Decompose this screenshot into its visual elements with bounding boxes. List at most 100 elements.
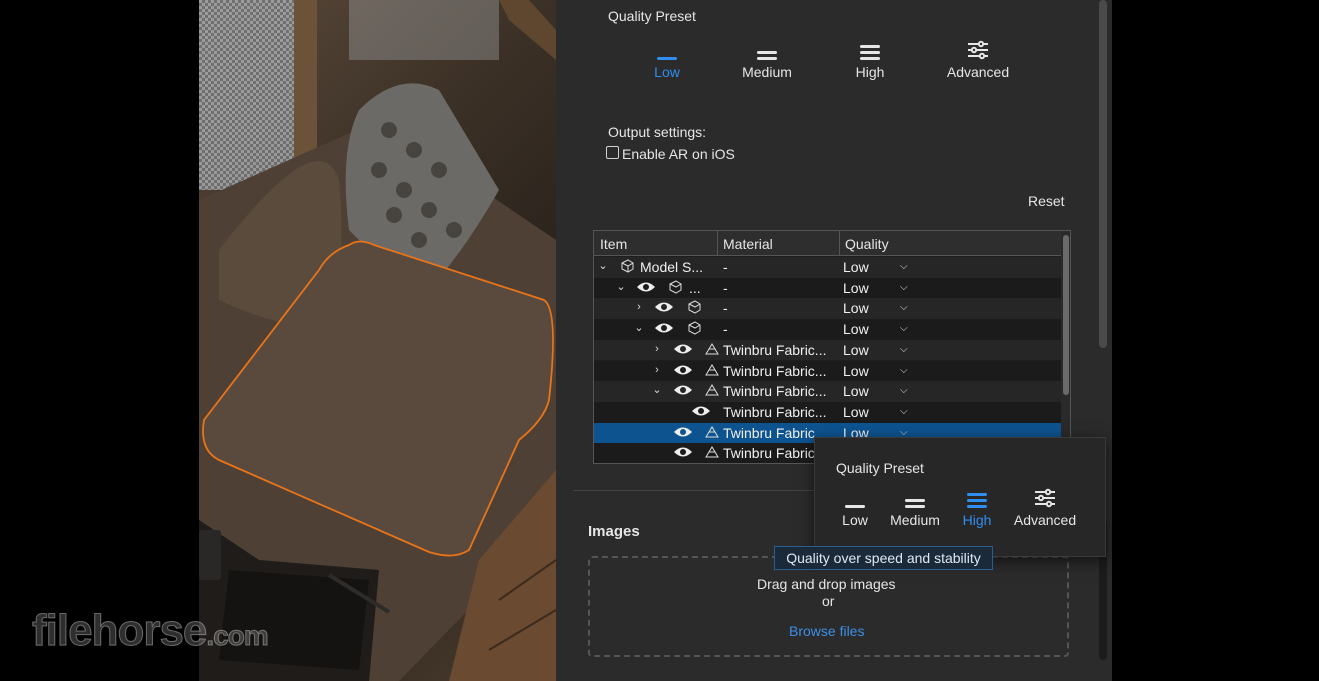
table-row[interactable]: ⌄ ... - Low ⌵ [594, 277, 1061, 299]
table-row[interactable]: ⌄ Twinbru Fabric... Low ⌵ [594, 381, 1061, 402]
chevron-down-icon[interactable]: ⌵ [900, 344, 908, 355]
column-header-quality[interactable]: Quality [845, 236, 889, 252]
chevron-down-icon[interactable]: ⌵ [900, 302, 908, 313]
table-row[interactable]: › Twinbru Fabric... Low ⌵ [594, 360, 1061, 382]
group-icon [688, 321, 701, 335]
group-icon [688, 300, 701, 314]
mesh-icon [705, 384, 719, 396]
output-settings-title: Output settings: [608, 124, 707, 140]
table-row[interactable]: ⌄ Model S... - Low ⌵ [594, 257, 1061, 278]
images-section-title: Images [588, 523, 640, 540]
two-bars-icon [722, 38, 812, 64]
material-name: - [723, 259, 728, 275]
popover-title: Quality Preset [836, 460, 924, 476]
eye-icon[interactable] [673, 342, 693, 356]
mesh-icon [705, 446, 719, 458]
quality-value[interactable]: Low [843, 321, 869, 337]
material-name: Twinbru Fabric [723, 424, 815, 441]
quality-value[interactable]: Low [843, 404, 869, 420]
scene-render [199, 0, 556, 681]
eye-icon[interactable] [673, 445, 693, 459]
material-name: Twinbru Fabric... [723, 341, 827, 358]
quality-value[interactable]: Low [843, 259, 869, 275]
preset-low-button[interactable]: Low [622, 38, 712, 80]
popover-preset-advanced[interactable]: Advanced [1005, 486, 1085, 528]
quality-value[interactable]: Low [843, 280, 869, 296]
chevron-down-icon[interactable]: ⌄ [598, 259, 608, 273]
quality-value[interactable]: Low [843, 342, 869, 358]
eye-icon[interactable] [654, 300, 674, 314]
table-header: Item Material Quality [594, 231, 1061, 256]
material-name: Twinbru Fabric... [723, 362, 827, 379]
material-name: Twinbru Fabric... [723, 403, 827, 420]
preset-medium-label: Medium [742, 64, 792, 80]
table-row[interactable]: ⌄ - Low ⌵ [594, 319, 1061, 340]
chevron-right-icon[interactable]: › [652, 363, 662, 377]
table-row[interactable]: › Twinbru Fabric... Low ⌵ [594, 339, 1061, 361]
chevron-down-icon[interactable]: ⌵ [900, 261, 908, 272]
eye-icon[interactable] [673, 363, 693, 377]
group-icon [621, 259, 634, 273]
preset-advanced-label: Advanced [946, 64, 1010, 80]
preset-high-button[interactable]: High [825, 38, 915, 80]
settings-panel: Quality Preset Low Medium High Advanced … [556, 0, 1112, 681]
table-scrollbar[interactable] [1061, 231, 1070, 463]
quality-value[interactable]: Low [843, 383, 869, 399]
quality-value[interactable]: Low [843, 300, 869, 316]
three-bars-icon [825, 38, 915, 64]
panel-scrollbar[interactable] [1099, 0, 1107, 348]
chevron-down-icon[interactable]: ⌵ [900, 282, 908, 293]
preset-medium-button[interactable]: Medium [722, 38, 812, 80]
reset-button[interactable]: Reset [1028, 193, 1065, 209]
browse-files-link[interactable]: Browse files [789, 623, 864, 639]
enable-ar-checkbox[interactable] [606, 146, 619, 159]
chevron-down-icon[interactable]: ⌄ [652, 383, 662, 397]
chevron-down-icon[interactable]: ⌵ [900, 323, 908, 334]
material-name: - [723, 300, 728, 317]
column-header-material[interactable]: Material [723, 236, 773, 252]
item-name: Model S... [640, 259, 704, 275]
drop-text: Drag and drop images [757, 576, 896, 592]
preset-tooltip: Quality over speed and stability [774, 546, 993, 570]
chevron-right-icon[interactable]: › [634, 300, 644, 314]
material-name: Twinbru Fabric... [723, 383, 827, 400]
chevron-down-icon[interactable]: ⌵ [900, 385, 908, 396]
quality-value[interactable]: Low [843, 363, 869, 379]
eye-icon[interactable] [673, 383, 693, 397]
background-dark [1112, 0, 1319, 681]
preset-advanced-button[interactable]: Advanced [933, 38, 1023, 80]
column-header-item[interactable]: Item [600, 236, 627, 252]
material-name: - [723, 279, 728, 296]
enable-ar-label[interactable]: Enable AR on iOS [622, 146, 735, 162]
eye-icon[interactable] [691, 404, 711, 418]
quality-preset-title: Quality Preset [608, 8, 696, 24]
eye-icon[interactable] [636, 280, 656, 294]
table-row[interactable]: Twinbru Fabric... Low ⌵ [594, 401, 1061, 423]
sliders-icon [1005, 486, 1085, 512]
or-text: or [822, 593, 835, 609]
chevron-down-icon[interactable]: ⌵ [900, 365, 908, 376]
preset-low-label: Low [654, 64, 680, 80]
table-row[interactable]: › - Low ⌵ [594, 298, 1061, 320]
chevron-down-icon[interactable]: ⌵ [900, 427, 908, 438]
chevron-down-icon[interactable]: ⌄ [616, 280, 626, 294]
mesh-icon [705, 425, 719, 438]
material-table: Item Material Quality ⌄ Model S... - Low… [593, 230, 1071, 464]
item-name: ... [689, 279, 701, 296]
chevron-right-icon[interactable]: › [652, 342, 662, 356]
eye-icon[interactable] [654, 321, 674, 335]
sliders-icon [933, 38, 1023, 64]
eye-icon[interactable] [673, 425, 693, 439]
chevron-down-icon[interactable]: ⌵ [900, 406, 908, 417]
chevron-down-icon[interactable]: ⌄ [634, 321, 644, 335]
group-icon [669, 280, 682, 294]
one-bar-icon [622, 38, 712, 64]
material-name: - [723, 321, 728, 338]
popover-advanced-label: Advanced [1013, 512, 1077, 528]
material-name: Twinbru Fabric [723, 445, 815, 462]
preset-high-label: High [855, 64, 885, 80]
3d-viewport[interactable] [199, 0, 556, 681]
mesh-icon [705, 363, 719, 375]
mesh-icon [705, 342, 719, 355]
filehorse-watermark: filehorse.com [31, 606, 269, 656]
